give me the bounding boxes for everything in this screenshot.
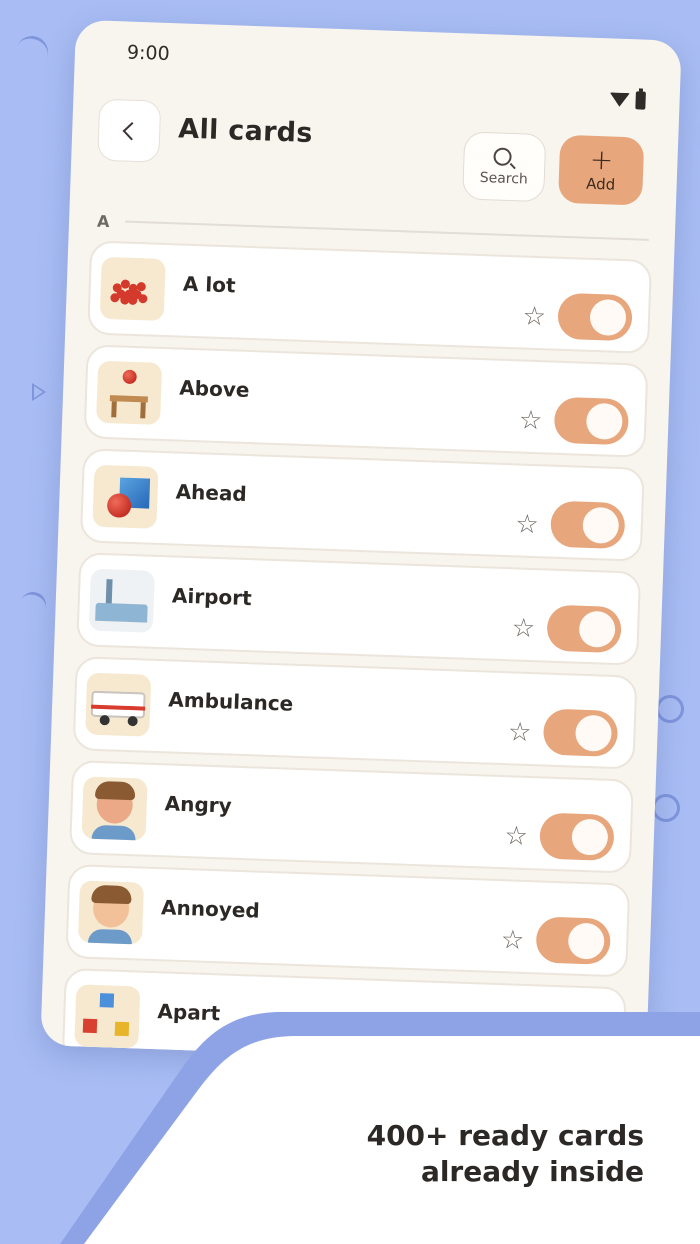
promo-line-1: 400+ ready cards	[366, 1119, 644, 1152]
decorative-circle	[652, 794, 680, 822]
card-row[interactable]: Annoyed ☆	[65, 863, 631, 978]
promo-tagline: 400+ ready cards already inside	[367, 1118, 644, 1190]
back-button[interactable]	[97, 98, 162, 163]
card-row[interactable]: Ahead ☆	[79, 448, 645, 562]
card-toggle[interactable]	[539, 812, 615, 861]
star-icon[interactable]: ☆	[508, 717, 532, 748]
card-row[interactable]: Airport ☆	[76, 552, 642, 666]
star-icon[interactable]: ☆	[511, 613, 535, 644]
toggle-knob	[578, 610, 616, 648]
toggle-knob	[582, 506, 620, 544]
card-label: Annoyed	[160, 895, 261, 923]
card-toggle[interactable]	[553, 396, 630, 446]
card-image-angry	[81, 776, 148, 841]
promo-line-2: already inside	[420, 1155, 644, 1188]
star-icon[interactable]: ☆	[519, 405, 543, 436]
card-label: Angry	[164, 791, 233, 818]
star-icon[interactable]: ☆	[497, 1029, 521, 1060]
card-image-annoyed	[77, 880, 145, 945]
card-image-ambulance	[85, 672, 152, 737]
phone-screen: 9:00 All cards Search + Add A A lot ☆ Ab…	[40, 19, 682, 1067]
status-time: 9:00	[126, 41, 171, 66]
toggle-knob	[589, 298, 627, 337]
decorative-triangle	[32, 383, 46, 401]
card-list: A lot ☆ Above ☆ Ahead ☆ Airport ☆ Ambula…	[40, 240, 674, 1067]
card-toggle[interactable]	[535, 916, 612, 965]
add-label: Add	[585, 174, 616, 194]
card-toggle[interactable]	[542, 708, 619, 758]
card-label: Above	[178, 375, 250, 403]
card-label: Ambulance	[168, 687, 294, 716]
decorative-arc	[11, 31, 53, 73]
toggle-knob	[567, 922, 605, 960]
back-icon	[122, 121, 141, 140]
section-letter: A	[96, 211, 110, 231]
toggle-knob	[563, 1026, 602, 1064]
card-toggle[interactable]	[531, 1020, 608, 1067]
card-label: Apart	[157, 999, 221, 1026]
decorative-arc	[16, 588, 50, 622]
card-toggle[interactable]	[546, 604, 622, 654]
card-image-apart	[74, 984, 141, 1049]
card-row[interactable]: Above ☆	[83, 344, 649, 458]
section-divider	[125, 220, 649, 241]
card-image-airport	[88, 568, 155, 633]
card-label: Ahead	[175, 479, 248, 506]
star-icon[interactable]: ☆	[522, 302, 546, 333]
star-icon[interactable]: ☆	[504, 821, 528, 852]
search-button[interactable]: Search	[462, 131, 547, 203]
card-row[interactable]: Ambulance ☆	[72, 656, 638, 770]
card-image-a-lot	[99, 256, 166, 321]
card-toggle[interactable]	[557, 292, 633, 342]
toggle-knob	[574, 714, 613, 752]
add-button[interactable]: + Add	[557, 134, 645, 206]
plus-icon: +	[589, 142, 614, 177]
card-label: A lot	[182, 271, 236, 298]
star-icon[interactable]: ☆	[515, 509, 539, 540]
toggle-knob	[571, 818, 609, 856]
card-row[interactable]: Apart ☆	[61, 967, 627, 1067]
decorative-circle	[656, 695, 684, 723]
search-label: Search	[479, 169, 529, 188]
card-label: Airport	[171, 583, 253, 611]
card-toggle[interactable]	[549, 500, 626, 550]
header: All cards Search + Add	[70, 82, 680, 221]
toggle-knob	[585, 402, 624, 441]
card-row[interactable]: Angry ☆	[68, 760, 634, 874]
search-icon	[493, 146, 512, 166]
card-image-above	[96, 360, 163, 425]
page-title: All cards	[177, 113, 314, 150]
card-image-ahead	[92, 464, 159, 529]
star-icon[interactable]: ☆	[500, 925, 524, 956]
card-row[interactable]: A lot ☆	[87, 240, 653, 354]
